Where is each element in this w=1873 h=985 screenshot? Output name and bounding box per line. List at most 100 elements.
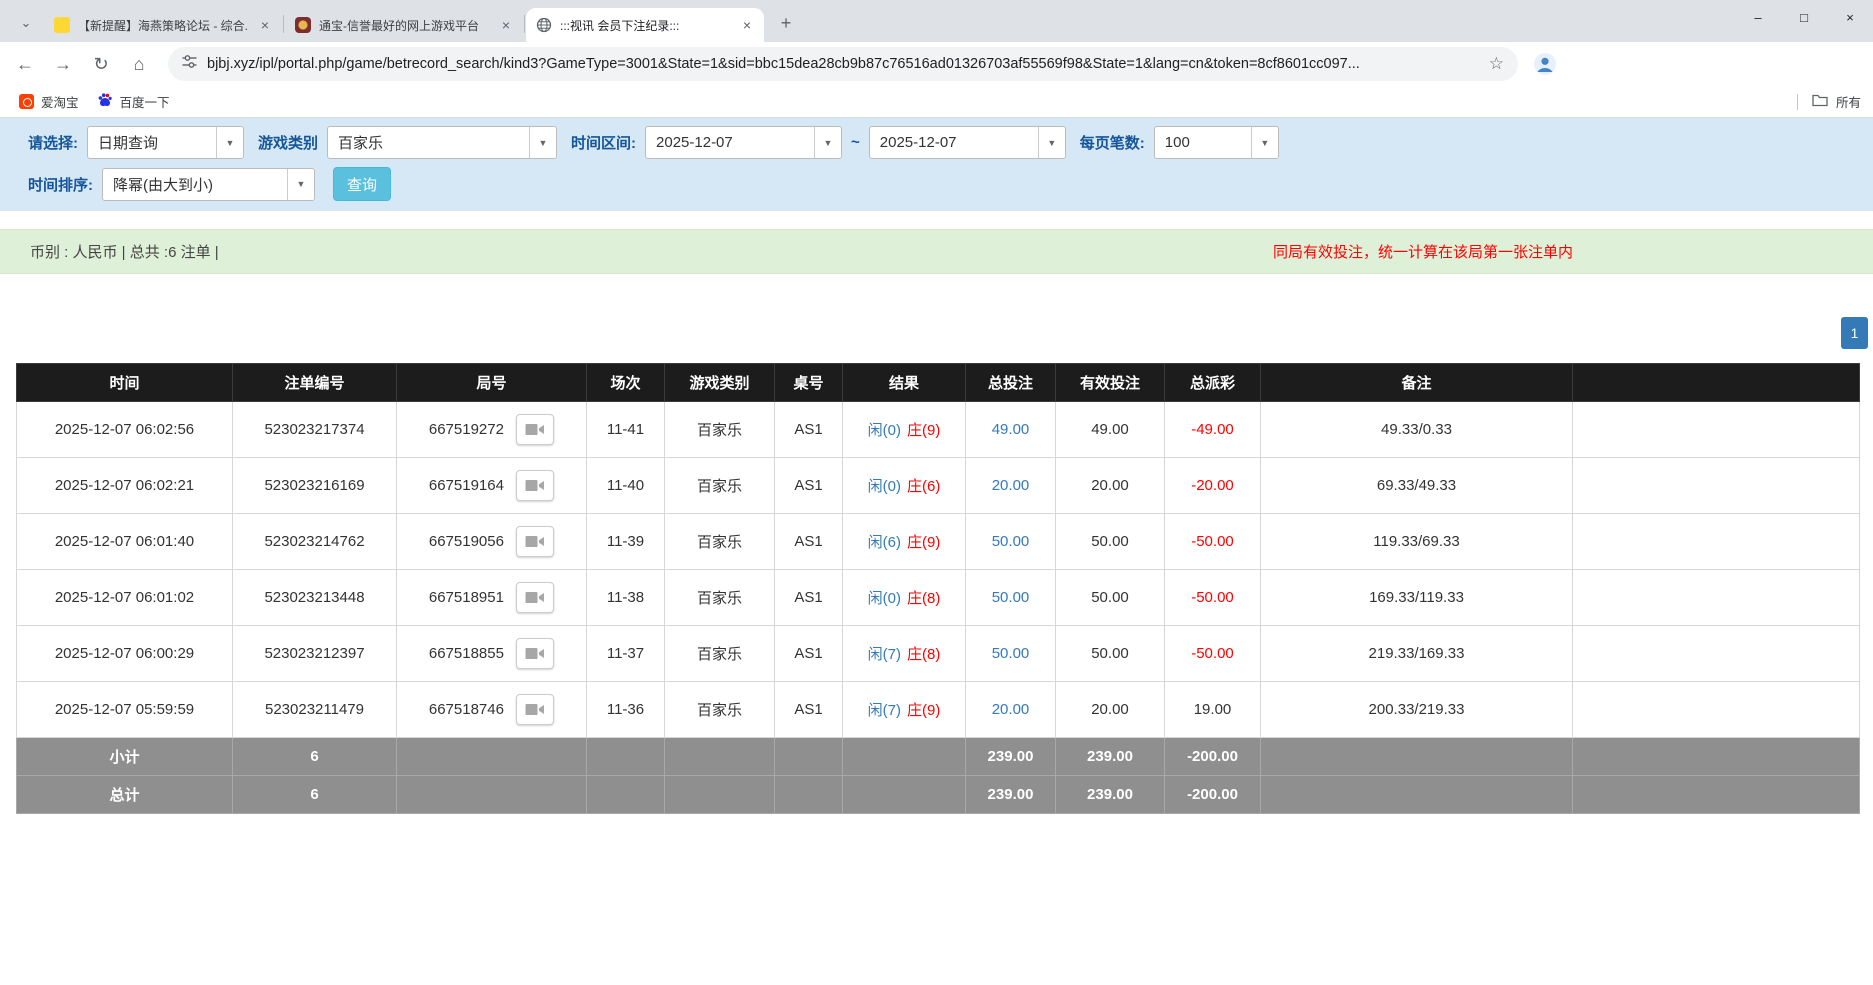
forum-favicon-icon (54, 17, 70, 33)
site-settings-icon[interactable] (182, 54, 197, 74)
time-range-label: 时间区间: (571, 132, 636, 153)
query-type-select[interactable]: 日期查询 ▼ (87, 126, 244, 159)
game-type-select[interactable]: 百家乐 ▼ (327, 126, 557, 159)
empty-cell (1573, 514, 1860, 570)
header-result: 结果 (843, 364, 966, 402)
browser-tab-forum[interactable]: 【新提醒】海燕策略论坛 - 综合... × (44, 8, 282, 42)
total-bet-link[interactable]: 50.00 (992, 645, 1030, 662)
home-button[interactable]: ⌂ (122, 47, 156, 81)
close-window-button[interactable]: × (1827, 0, 1873, 34)
empty-cell (587, 738, 665, 776)
cell-game: 百家乐 (665, 570, 775, 626)
total-bet-link[interactable]: 50.00 (992, 589, 1030, 606)
folder-icon (1812, 93, 1828, 110)
cell-result: 闲(0)庄(6) (843, 458, 966, 514)
maximize-button[interactable]: □ (1781, 0, 1827, 34)
video-replay-button[interactable] (516, 638, 554, 669)
query-button[interactable]: 查询 (333, 167, 391, 201)
cell-time: 2025-12-07 06:01:40 (17, 514, 233, 570)
empty-cell (1573, 402, 1860, 458)
chevron-down-icon[interactable]: ▼ (1251, 127, 1278, 158)
date-from-select[interactable]: 2025-12-07 ▼ (645, 126, 842, 159)
sort-select[interactable]: 降幂(由大到小) ▼ (102, 168, 315, 201)
table-row: 2025-12-07 06:01:02 523023213448 6675189… (17, 570, 1860, 626)
cell-note: 169.33/119.33 (1261, 570, 1573, 626)
cell-round: 667518746 (397, 682, 587, 738)
cell-table-no: AS1 (775, 626, 843, 682)
cell-session: 11-40 (587, 458, 665, 514)
url-text[interactable]: bjbj.xyz/ipl/portal.php/game/betrecord_s… (207, 56, 1479, 72)
empty-cell (397, 738, 587, 776)
video-replay-button[interactable] (516, 694, 554, 725)
result-player: 闲(6) (868, 534, 901, 551)
header-bet-id: 注单编号 (233, 364, 397, 402)
browser-tab-tongbao[interactable]: 通宝-信誉最好的网上游戏平台 × (285, 8, 523, 42)
cell-time: 2025-12-07 06:02:56 (17, 402, 233, 458)
bookmark-star-icon[interactable]: ☆ (1489, 54, 1504, 74)
minimize-button[interactable]: – (1735, 0, 1781, 34)
forward-button[interactable]: → (46, 47, 80, 81)
bookmark-aitaobao[interactable]: 爱淘宝 (10, 90, 88, 114)
video-replay-button[interactable] (516, 526, 554, 557)
date-to-value: 2025-12-07 (870, 127, 1038, 158)
video-replay-button[interactable] (516, 582, 554, 613)
header-table-no: 桌号 (775, 364, 843, 402)
result-banker: 庄(6) (907, 478, 940, 495)
round-number: 667519164 (429, 477, 504, 494)
chevron-down-icon[interactable]: ▼ (287, 169, 314, 200)
cell-total-bet: 50.00 (966, 626, 1056, 682)
result-banker: 庄(9) (907, 702, 940, 719)
sort-group: 时间排序: 降幂(由大到小) ▼ (28, 168, 315, 201)
header-valid-bet: 有效投注 (1056, 364, 1165, 402)
tab-search-button[interactable]: ⌄ (12, 9, 40, 37)
cell-bet-id: 523023217374 (233, 402, 397, 458)
chevron-down-icon[interactable]: ▼ (814, 127, 841, 158)
empty-cell (843, 738, 966, 776)
new-tab-button[interactable]: + (772, 9, 800, 37)
total-bet-link[interactable]: 50.00 (992, 533, 1030, 550)
cell-bet-id: 523023212397 (233, 626, 397, 682)
video-replay-button[interactable] (516, 414, 554, 445)
cell-game: 百家乐 (665, 402, 775, 458)
table-row: 2025-12-07 06:00:29 523023212397 6675188… (17, 626, 1860, 682)
chevron-down-icon[interactable]: ▼ (529, 127, 556, 158)
all-bookmarks-label: 所有 (1836, 92, 1861, 111)
total-row: 总计 6 239.00 239.00 -200.00 (17, 776, 1860, 814)
empty-cell (843, 776, 966, 814)
total-bet-link[interactable]: 20.00 (992, 701, 1030, 718)
close-tab-icon[interactable]: × (256, 16, 274, 34)
round-number: 667519272 (429, 421, 504, 438)
browser-tab-betrecord-active[interactable]: :::视讯 会员下注纪录::: × (526, 8, 764, 42)
close-tab-icon[interactable]: × (497, 16, 515, 34)
cell-payout: -20.00 (1165, 458, 1261, 514)
chevron-down-icon[interactable]: ▼ (1038, 127, 1065, 158)
chevron-down-icon[interactable]: ▼ (216, 127, 243, 158)
header-round: 局号 (397, 364, 587, 402)
video-replay-button[interactable] (516, 470, 554, 501)
close-tab-icon[interactable]: × (738, 16, 756, 34)
reload-button[interactable]: ↻ (84, 47, 118, 81)
back-button[interactable]: ← (8, 47, 42, 81)
cell-game: 百家乐 (665, 458, 775, 514)
cell-result: 闲(6)庄(9) (843, 514, 966, 570)
summary-info: 币别 : 人民币 | 总共 :6 注单 | (30, 241, 219, 262)
page-size-select[interactable]: 100 ▼ (1154, 126, 1279, 159)
total-bet-link[interactable]: 49.00 (992, 421, 1030, 438)
cell-table-no: AS1 (775, 514, 843, 570)
total-label: 总计 (17, 776, 233, 814)
all-bookmarks-button[interactable]: 所有 (1797, 92, 1863, 111)
query-type-group: 请选择: 日期查询 ▼ (28, 126, 244, 159)
bookmark-baidu[interactable]: 百度一下 (88, 90, 179, 114)
total-bet-link[interactable]: 20.00 (992, 477, 1030, 494)
empty-cell (1261, 776, 1573, 814)
date-to-select[interactable]: 2025-12-07 ▼ (869, 126, 1066, 159)
pagination: 1 (0, 317, 1868, 349)
tab-separator (524, 15, 525, 33)
profile-avatar[interactable] (1530, 49, 1560, 79)
browser-toolbar: ← → ↻ ⌂ bjbj.xyz/ipl/portal.php/game/bet… (0, 42, 1873, 86)
summary-bar: 币别 : 人民币 | 总共 :6 注单 | 同局有效投注，统一计算在该局第一张注… (0, 229, 1873, 274)
result-banker: 庄(9) (907, 422, 940, 439)
page-1-button[interactable]: 1 (1841, 317, 1868, 349)
tab-title: 【新提醒】海燕策略论坛 - 综合... (78, 17, 248, 34)
address-bar[interactable]: bjbj.xyz/ipl/portal.php/game/betrecord_s… (168, 47, 1518, 81)
